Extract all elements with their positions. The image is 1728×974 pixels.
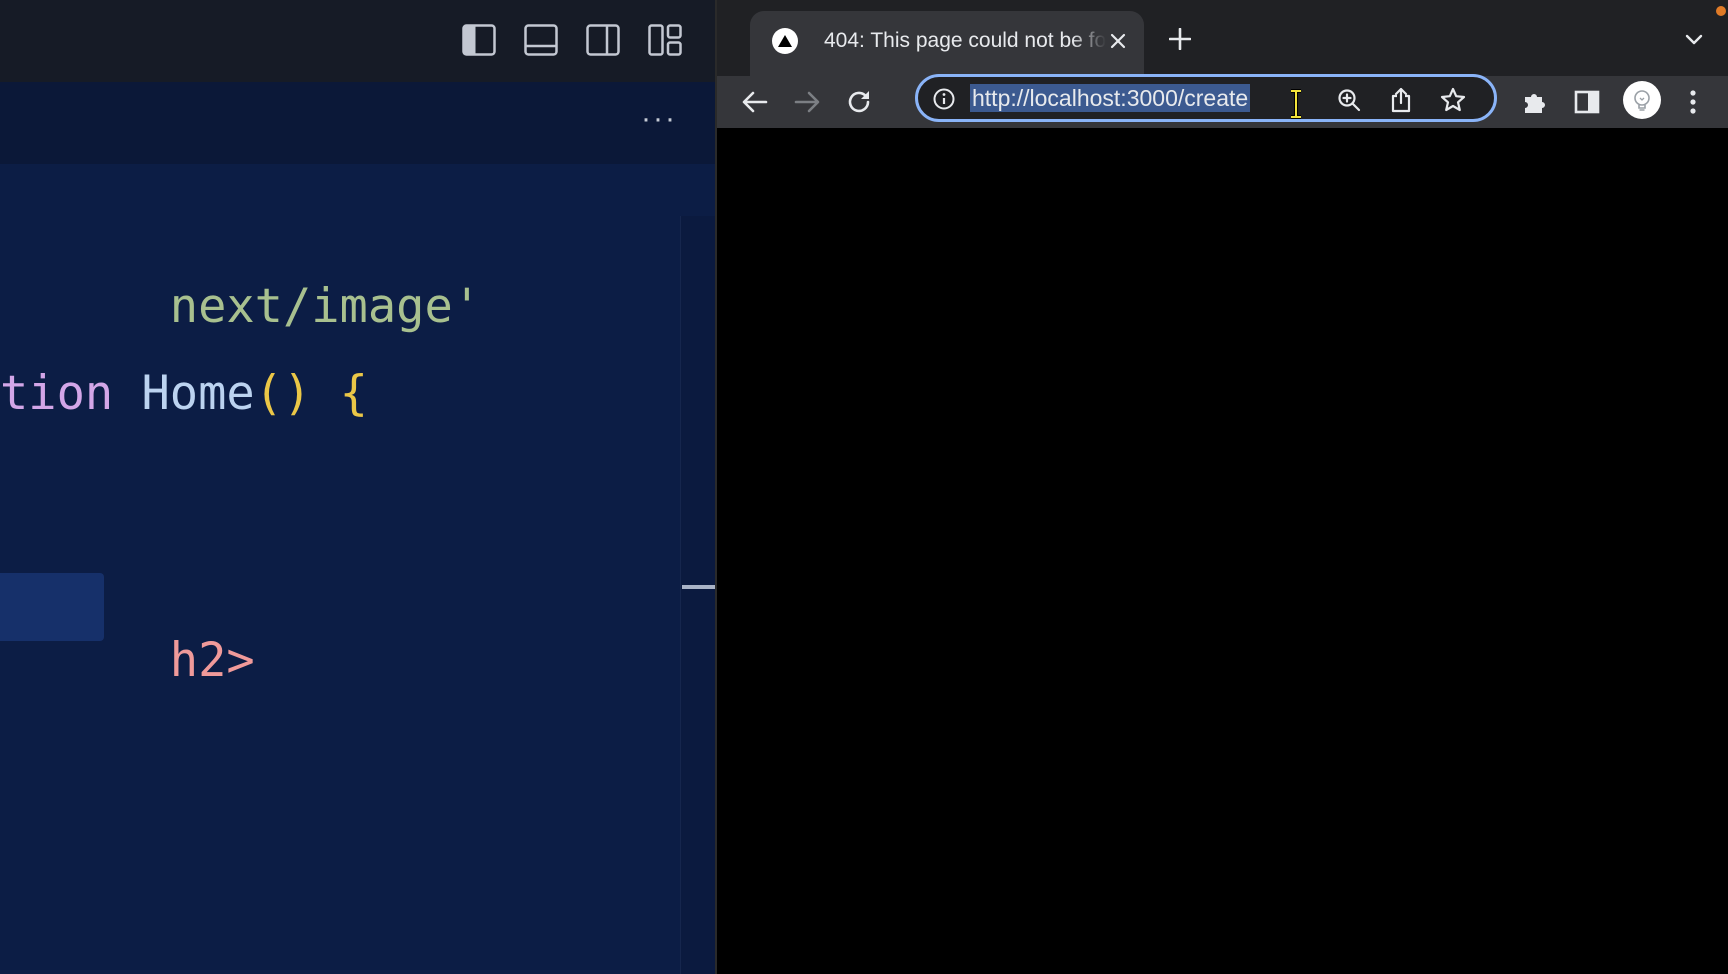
page-viewport[interactable] — [717, 128, 1728, 974]
editor-title-bar — [0, 0, 715, 82]
side-panel-button[interactable] — [1569, 84, 1605, 120]
zoom-icon[interactable] — [1334, 85, 1364, 115]
function-keyword-token: tion — [0, 366, 114, 421]
plus-icon — [1169, 28, 1191, 50]
browser-tab-active[interactable]: 404: This page could not be found — [750, 11, 1144, 76]
tab-title: 404: This page could not be found — [824, 29, 1106, 52]
kebab-menu-icon — [1690, 90, 1696, 114]
vercel-triangle-icon — [772, 28, 798, 54]
toggle-secondary-sidebar-icon[interactable] — [581, 22, 625, 58]
browser-window: 404: This page could not be found http:/ — [715, 0, 1728, 974]
arrow-right-icon — [794, 91, 820, 113]
reload-button[interactable] — [841, 84, 877, 120]
arrow-left-icon — [742, 91, 768, 113]
close-icon[interactable] — [1106, 29, 1130, 53]
update-indicator — [1716, 6, 1726, 16]
import-path-token: next/image' — [169, 279, 482, 334]
browser-toolbar: http://localhost:3000/create — [717, 74, 1728, 128]
bookmark-star-icon[interactable] — [1438, 85, 1468, 115]
brace-token: { — [339, 366, 368, 421]
share-icon[interactable] — [1386, 85, 1416, 115]
code-editor: ··· next/image' tion Home() { h2> — [0, 0, 715, 974]
customize-layout-icon[interactable] — [643, 22, 687, 58]
toggle-panel-icon[interactable] — [519, 22, 563, 58]
puzzle-icon — [1525, 94, 1545, 113]
closing-tag-token: h2> — [169, 633, 255, 688]
editor-tab-bar — [0, 82, 715, 164]
minimap-slider[interactable] — [682, 585, 715, 589]
reload-icon — [848, 91, 870, 113]
browser-menu-button[interactable] — [1675, 84, 1711, 120]
forward-button[interactable] — [789, 84, 825, 120]
site-info-icon[interactable] — [932, 87, 956, 111]
lightbulb-icon — [1634, 90, 1650, 111]
text-cursor-icon — [1288, 89, 1304, 119]
address-bar[interactable]: http://localhost:3000/create — [915, 74, 1497, 122]
function-name-token: Home — [141, 366, 255, 421]
url-text[interactable]: http://localhost:3000/create — [970, 84, 1251, 112]
tab-strip: 404: This page could not be found — [717, 0, 1728, 76]
code-line-import: next/image' — [0, 224, 481, 389]
minimap[interactable] — [680, 216, 715, 974]
side-panel-icon — [1574, 90, 1600, 114]
code-line-tag: h2> — [0, 578, 255, 743]
more-actions-button[interactable]: ··· — [641, 104, 677, 134]
extensions-button[interactable] — [1517, 84, 1553, 120]
tab-search-button[interactable] — [1680, 26, 1708, 54]
chevron-down-icon — [1685, 34, 1703, 45]
profile-avatar[interactable] — [1623, 81, 1661, 119]
code-line-function: tion Home() { — [0, 366, 368, 421]
toggle-primary-sidebar-icon[interactable] — [457, 22, 501, 58]
layout-controls — [457, 22, 687, 58]
back-button[interactable] — [737, 84, 773, 120]
new-tab-button[interactable] — [1163, 22, 1197, 56]
parens-token: () — [254, 366, 312, 421]
